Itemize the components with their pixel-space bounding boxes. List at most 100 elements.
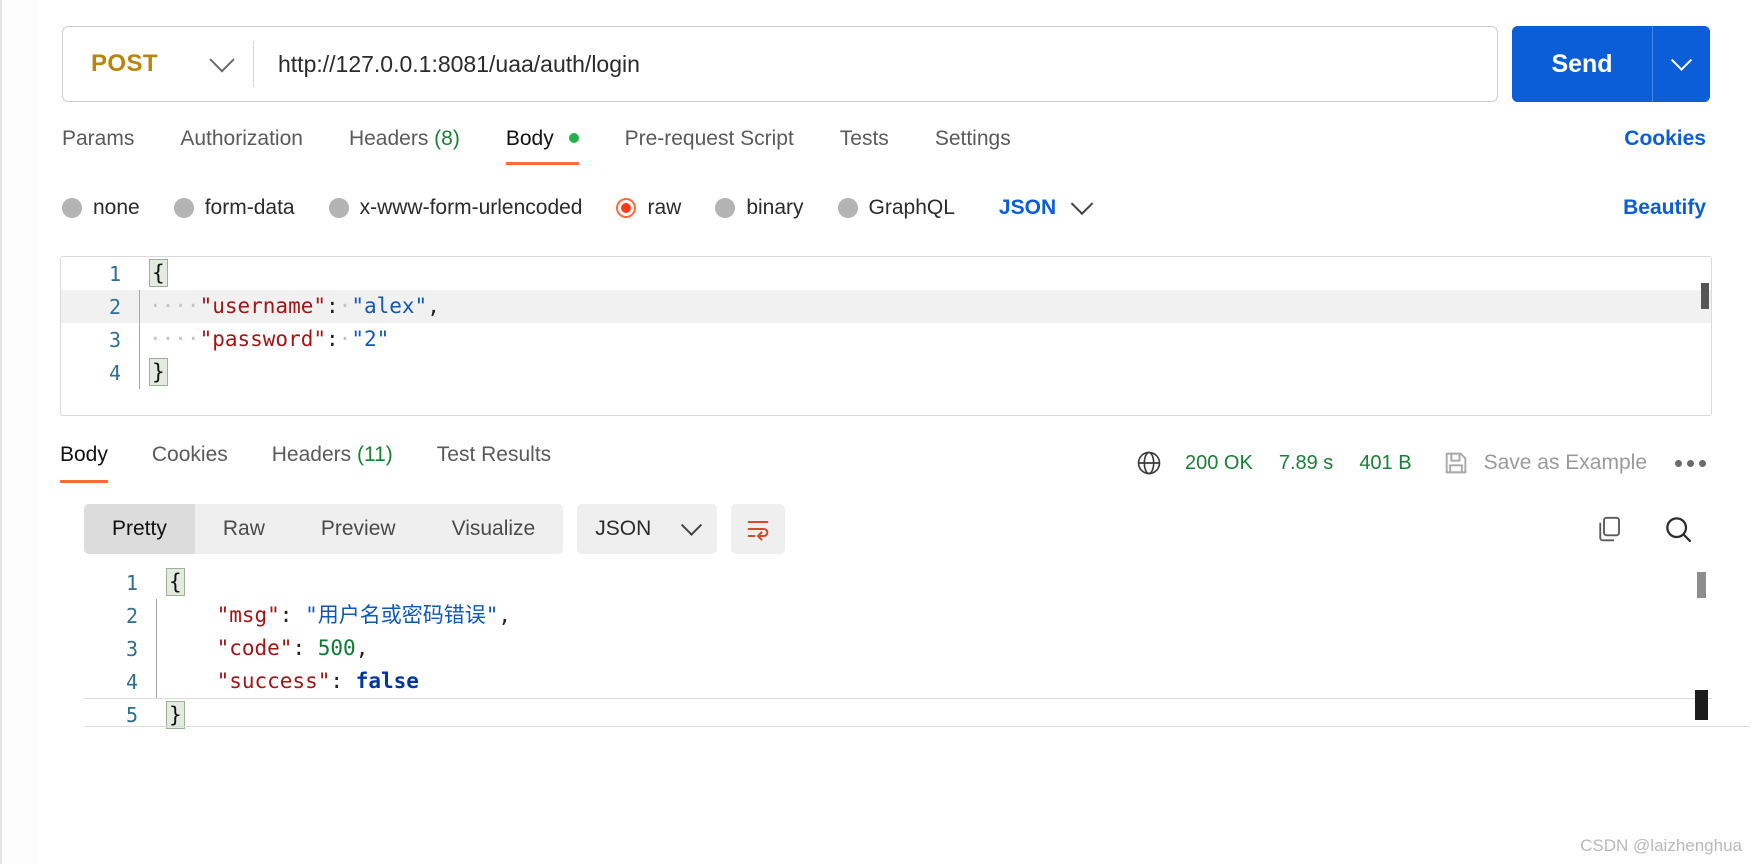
editor-line: 3 ····"password":·"2" — [61, 323, 1711, 356]
json-value: "用户名或密码错误" — [305, 603, 499, 627]
body-type-form-data[interactable]: form-data — [173, 196, 295, 220]
tab-params[interactable]: Params — [62, 127, 134, 165]
response-line: 2 "msg": "用户名或密码错误", — [84, 599, 1712, 632]
response-scrollbar[interactable] — [1697, 572, 1706, 598]
response-line: 4 "success": false — [84, 665, 1712, 698]
tab-label: Headers — [348, 127, 429, 150]
tab-label: Tests — [839, 127, 889, 150]
response-body-viewer[interactable]: 1 { 2 "msg": "用户名或密码错误", 3 "code": 500, … — [84, 566, 1712, 740]
cookies-link[interactable]: Cookies — [1624, 127, 1706, 165]
save-as-example-button[interactable]: Save as Example — [1442, 449, 1647, 477]
response-line: 3 "code": 500, — [84, 632, 1712, 665]
body-type-urlencoded[interactable]: x-www-form-urlencoded — [328, 196, 583, 220]
beautify-button[interactable]: Beautify — [1623, 196, 1706, 220]
tab-authorization[interactable]: Authorization — [180, 127, 303, 165]
radio-label: form-data — [204, 196, 295, 219]
indent-guide: ···· — [149, 327, 200, 351]
brace-fold-marker[interactable]: } — [149, 358, 168, 386]
request-format-label: JSON — [998, 196, 1057, 219]
ellipsis-icon[interactable] — [1669, 454, 1712, 473]
response-tabs: Body Cookies Headers (11) Test Results 2… — [60, 436, 1712, 490]
view-mode-visualize[interactable]: Visualize — [424, 504, 564, 554]
tab-label: Headers — [271, 443, 352, 466]
copy-icon[interactable] — [1594, 514, 1624, 544]
json-comma: , — [355, 636, 369, 660]
brace-fold-marker[interactable]: } — [166, 700, 185, 729]
globe-icon[interactable] — [1135, 449, 1163, 477]
chevron-down-icon — [681, 514, 703, 536]
editor-line-active: 2 ····"username":·"alex", — [61, 290, 1711, 323]
json-comma: , — [427, 294, 440, 318]
response-format-label: JSON — [595, 517, 652, 540]
tab-tests[interactable]: Tests — [840, 127, 889, 165]
request-tabs: Params Authorization Headers (8) Body Pr… — [62, 120, 1710, 172]
response-tab-headers[interactable]: Headers (11) — [272, 443, 393, 483]
response-headers-count: (11) — [356, 443, 393, 466]
send-button[interactable]: Send — [1512, 26, 1652, 102]
json-key: "username" — [199, 294, 327, 318]
chevron-down-icon — [209, 47, 235, 73]
headers-count: (8) — [434, 127, 460, 150]
space-dot: · — [338, 327, 352, 351]
divider — [84, 726, 1750, 727]
view-mode-raw[interactable]: Raw — [195, 504, 293, 554]
request-format-dropdown[interactable]: JSON — [998, 192, 1094, 220]
json-colon: : — [326, 327, 339, 351]
method-label: POST — [91, 50, 158, 77]
search-icon[interactable] — [1662, 513, 1694, 545]
json-value: "alex" — [351, 294, 428, 318]
line-number: 3 — [108, 327, 121, 352]
tab-label: Params — [62, 127, 135, 150]
response-tab-body[interactable]: Body — [60, 443, 108, 483]
radio-icon — [173, 198, 194, 218]
url-input[interactable] — [254, 27, 1497, 101]
editor-line: 4 } — [61, 356, 1711, 389]
response-scrollbar-thumb[interactable] — [1695, 690, 1708, 720]
editor-scrollbar[interactable] — [1701, 283, 1709, 309]
tab-label: Cookies — [151, 443, 228, 466]
json-key: "success" — [216, 669, 331, 693]
brace-fold-marker[interactable]: { — [149, 259, 168, 287]
radio-icon — [837, 198, 858, 218]
tab-label: Body — [505, 127, 554, 150]
line-number: 2 — [108, 294, 121, 319]
body-type-binary[interactable]: binary — [715, 196, 804, 220]
line-number: 4 — [125, 669, 138, 694]
line-number: 3 — [125, 636, 138, 661]
tab-settings[interactable]: Settings — [935, 127, 1011, 165]
indent-guide: ···· — [149, 294, 200, 318]
postman-window: POST Send Params Authorization — [0, 0, 1754, 864]
line-content: "msg": "用户名或密码错误", — [156, 599, 1712, 632]
line-number: 2 — [125, 603, 138, 628]
request-body-editor[interactable]: 1 { 2 ····"username":·"alex", 3 ····"pas… — [60, 256, 1712, 416]
body-type-none[interactable]: none — [62, 196, 140, 220]
tab-label: Settings — [934, 127, 1011, 150]
chevron-down-icon — [1070, 192, 1094, 216]
response-tab-test-results[interactable]: Test Results — [437, 443, 551, 483]
send-group: Send — [1512, 26, 1710, 102]
radio-label: GraphQL — [868, 196, 955, 219]
response-tab-cookies[interactable]: Cookies — [152, 443, 228, 483]
wrap-lines-icon[interactable] — [731, 504, 786, 554]
tab-body[interactable]: Body — [505, 127, 579, 165]
send-options-button[interactable] — [1652, 26, 1710, 102]
tab-pre-request-script[interactable]: Pre-request Script — [625, 127, 794, 165]
line-number: 4 — [108, 360, 121, 385]
tab-headers[interactable]: Headers (8) — [349, 127, 460, 165]
method-dropdown[interactable]: POST — [63, 27, 253, 101]
json-colon: : — [279, 603, 293, 627]
view-mode-pretty[interactable]: Pretty — [84, 504, 195, 554]
response-format-dropdown[interactable]: JSON — [577, 504, 718, 554]
body-type-graphql[interactable]: GraphQL — [837, 196, 955, 220]
json-value: "2" — [351, 327, 390, 351]
radio-label: x-www-form-urlencoded — [359, 196, 583, 219]
brace-fold-marker[interactable]: { — [166, 568, 185, 596]
view-mode-preview[interactable]: Preview — [293, 504, 424, 554]
line-content: ····"password":·"2" — [139, 323, 1711, 356]
body-type-raw[interactable]: raw — [616, 196, 681, 220]
url-bar-row: POST Send — [62, 26, 1710, 102]
space-dot: · — [338, 294, 352, 318]
save-as-example-label: Save as Example — [1483, 451, 1647, 474]
